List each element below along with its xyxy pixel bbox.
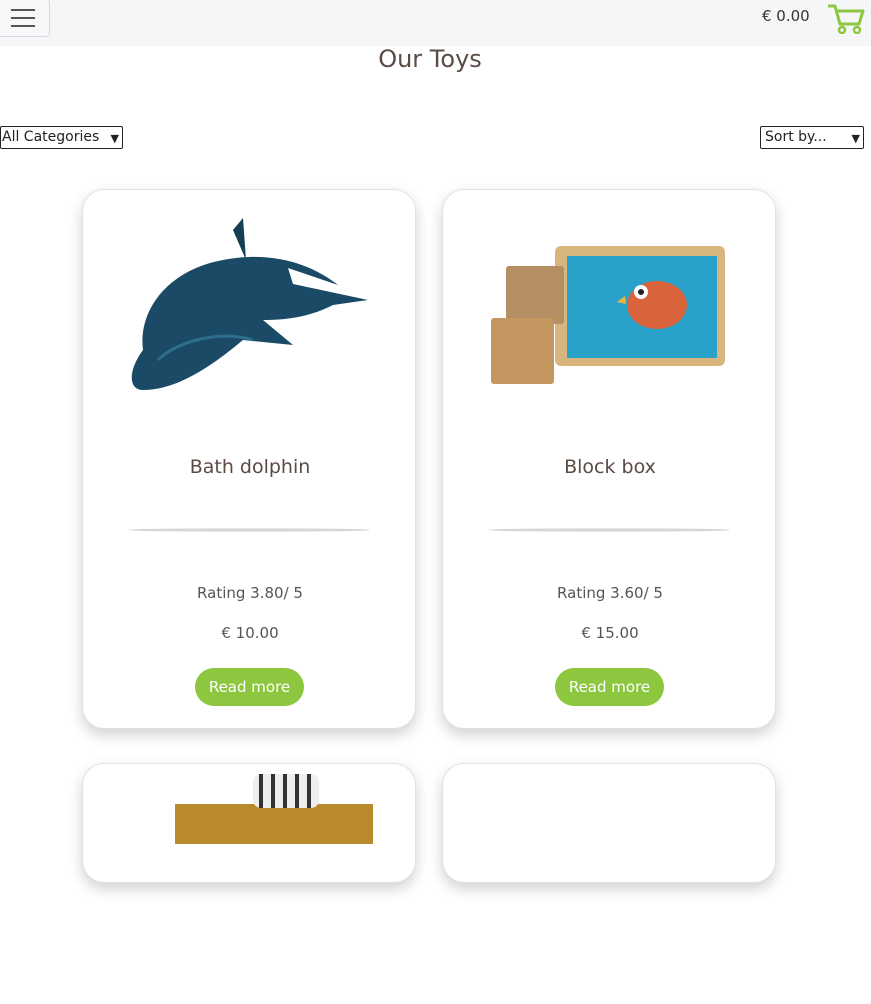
menu-toggle-button[interactable] [0,0,50,37]
sort-select[interactable]: Sort by... ▼ [760,126,864,149]
product-rating: Rating 3.80/ 5 [197,584,303,602]
hamburger-menu-icon [11,9,35,11]
divider [128,528,370,532]
hamburger-menu-icon-line [11,17,35,19]
category-select-value: All Categories [2,129,100,145]
product-name[interactable]: Bath dolphin [83,456,417,478]
product-image-zebra-toy [175,774,373,844]
product-price: € 15.00 [581,624,639,642]
cart-total[interactable]: € 0.00 [762,7,810,25]
chevron-down-icon: ▼ [851,132,860,145]
hamburger-menu-icon-line [11,25,35,27]
category-select[interactable]: All Categories ▼ [0,126,123,149]
product-price: € 10.00 [221,624,279,642]
divider [488,528,730,532]
product-card[interactable] [82,763,416,883]
product-image-bath-dolphin [131,218,368,390]
shopping-cart-icon[interactable] [828,3,865,34]
product-card[interactable]: Block box Rating 3.60/ 5 € 15.00 Read mo… [442,189,776,729]
product-rating: Rating 3.60/ 5 [557,584,663,602]
product-name[interactable]: Block box [443,456,777,478]
read-more-button[interactable]: Read more [555,668,664,706]
top-navbar: € 0.00 [0,0,871,46]
page-title: Our Toys [378,45,482,73]
chevron-down-icon: ▼ [110,132,119,145]
product-image-block-box [491,246,725,384]
product-card[interactable] [442,763,776,883]
product-card[interactable]: Bath dolphin Rating 3.80/ 5 € 10.00 Read… [82,189,416,729]
sort-select-value: Sort by... [765,129,827,145]
read-more-button[interactable]: Read more [195,668,304,706]
